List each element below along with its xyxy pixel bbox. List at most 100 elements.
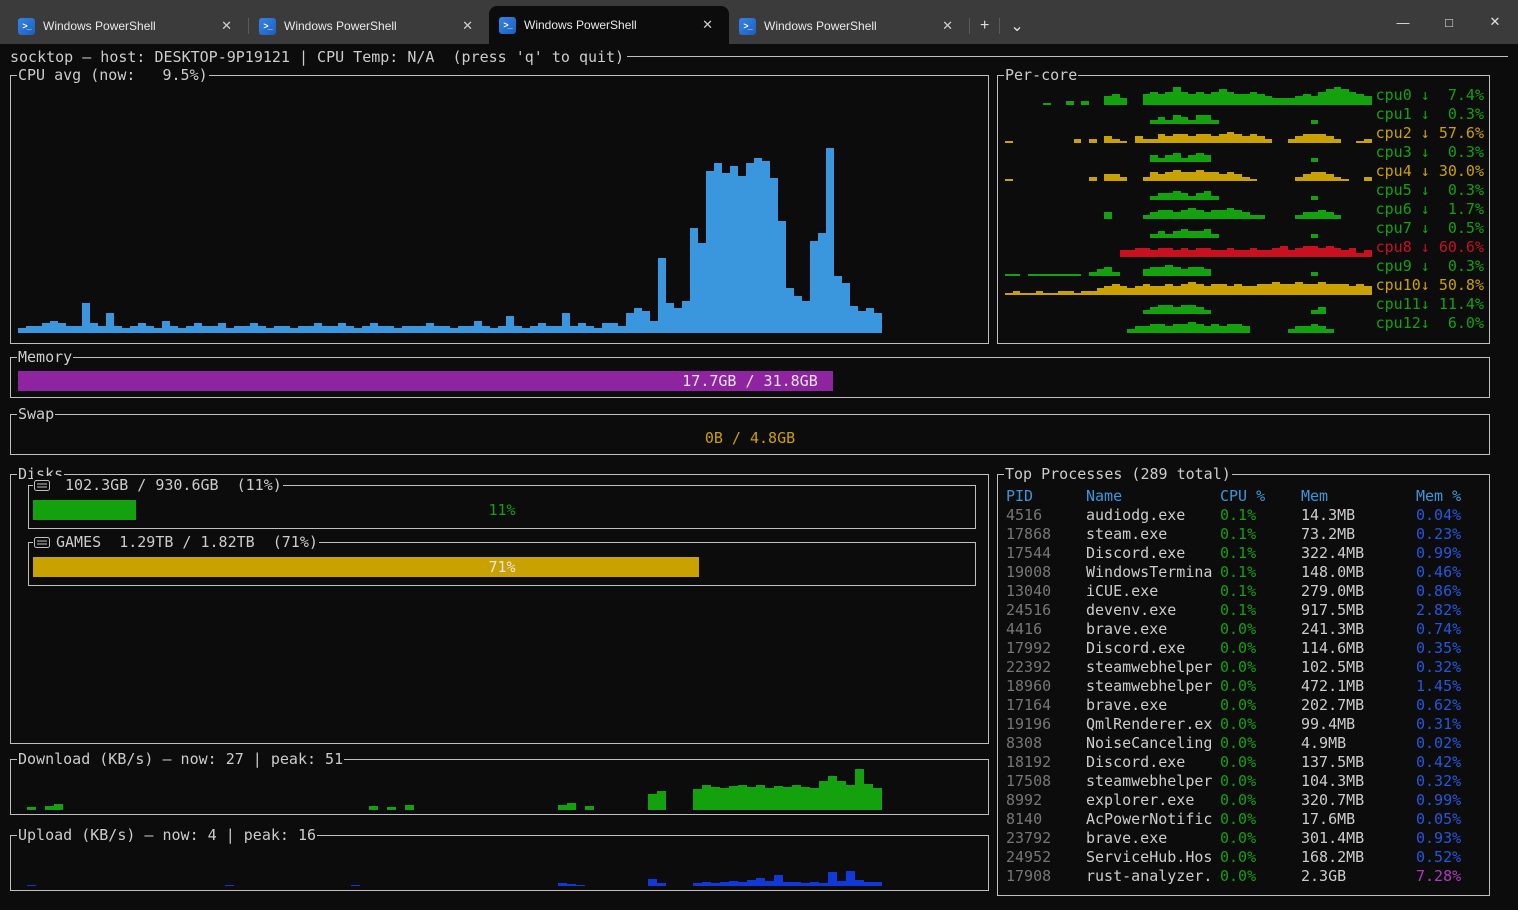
bar: [774, 875, 783, 886]
core-row-cpu8: cpu8 ↓ 60.6%: [1005, 238, 1484, 257]
spark-bar: [1120, 250, 1128, 257]
process-row: 17992Discord.exe0.0%114.6MB0.35%: [998, 639, 1489, 658]
process-mem-percent: 0.04%: [1416, 506, 1461, 525]
disk-gauge: 11%: [33, 500, 971, 520]
core-sparkline: [1005, 125, 1372, 143]
tab-windows-powershell[interactable]: >_Windows PowerShell✕: [249, 8, 489, 44]
bar: [226, 328, 234, 333]
spark-bar: [1143, 269, 1151, 276]
spark-bar: [1257, 250, 1265, 257]
spark-bar: [1089, 177, 1097, 182]
spark-bar: [1341, 284, 1349, 295]
spark-bar: [1112, 94, 1120, 105]
spark-bar: [1150, 120, 1158, 125]
bar: [82, 303, 90, 333]
spark-bar: [1288, 250, 1296, 257]
spark-bar: [1165, 120, 1173, 125]
bar: [810, 882, 819, 886]
maximize-button[interactable]: □: [1426, 0, 1472, 44]
process-mem-percent: 0.32%: [1416, 658, 1461, 677]
spark-bar: [1165, 92, 1173, 106]
spark-bar: [1303, 284, 1311, 295]
spark-bar: [1127, 329, 1135, 334]
process-pid: 18192: [1006, 753, 1051, 772]
process-mem: 114.6MB: [1301, 639, 1364, 658]
bar: [702, 882, 711, 886]
spark-bar: [1188, 208, 1196, 219]
spark-bar: [1196, 115, 1204, 124]
spark-bar: [1188, 231, 1196, 238]
tab-dropdown-button[interactable]: ⌄: [1000, 8, 1033, 44]
spark-bar: [1318, 172, 1326, 181]
bar: [711, 787, 720, 810]
close-tab-icon[interactable]: ✕: [936, 16, 959, 36]
process-name: audiodg.exe: [1086, 506, 1216, 525]
bar: [810, 241, 818, 334]
window-titlebar[interactable]: >_Windows PowerShell✕>_Windows PowerShel…: [0, 0, 1518, 44]
bar: [154, 328, 162, 333]
disks-panel: Disks 102.3GB / 930.6GB (11%)11%GAMES 1.…: [10, 474, 989, 744]
close-tab-icon[interactable]: ✕: [456, 16, 479, 36]
spark-bar: [1364, 139, 1372, 144]
close-button[interactable]: ✕: [1472, 0, 1518, 44]
process-mem: 14.3MB: [1301, 506, 1355, 525]
minimize-button[interactable]: —: [1380, 0, 1426, 44]
process-mem-percent: 7.28%: [1416, 867, 1461, 886]
process-mem-percent: 0.62%: [1416, 696, 1461, 715]
spark-bar: [1364, 177, 1372, 182]
spark-bar: [1135, 136, 1143, 143]
core-sparkline: [1005, 144, 1372, 162]
tab-windows-powershell[interactable]: >_Windows PowerShell✕: [489, 6, 729, 44]
bar: [34, 326, 42, 334]
tab-windows-powershell[interactable]: >_Windows PowerShell✕: [8, 8, 248, 44]
bar: [186, 326, 194, 334]
terminal-screen[interactable]: socktop — host: DESKTOP-9P19121 | CPU Te…: [0, 44, 1518, 910]
bar: [26, 326, 34, 334]
download-panel: Download (KB/s) — now: 27 | peak: 51: [10, 759, 989, 815]
bar: [842, 283, 850, 333]
process-cpu: 0.0%: [1220, 810, 1256, 829]
spark-bar: [1295, 177, 1303, 182]
process-name: steamwebhelper: [1086, 772, 1216, 791]
bar: [567, 803, 576, 810]
process-table-header: PID Name CPU % Mem Mem %: [998, 487, 1489, 506]
core-label: cpu5 ↓ 0.3%: [1372, 181, 1484, 200]
bar: [514, 326, 522, 334]
spark-bar: [1242, 286, 1250, 295]
spark-bar: [1173, 286, 1181, 295]
bar: [330, 326, 338, 334]
bar: [762, 161, 770, 334]
bar: [702, 785, 711, 810]
new-tab-button[interactable]: +: [970, 8, 999, 44]
spark-bar: [1303, 246, 1311, 257]
bar: [648, 879, 657, 886]
spark-bar: [1150, 139, 1158, 144]
bar: [826, 148, 834, 333]
spark-bar: [1288, 329, 1296, 334]
spark-bar: [1326, 136, 1334, 143]
bar: [202, 326, 210, 334]
close-tab-icon[interactable]: ✕: [696, 15, 719, 35]
close-tab-icon[interactable]: ✕: [215, 16, 238, 36]
bar: [354, 328, 362, 333]
bar: [864, 784, 873, 810]
bar: [290, 328, 298, 333]
spark-bar: [1326, 89, 1334, 105]
bar: [482, 326, 490, 334]
spark-bar: [1311, 234, 1319, 239]
core-sparkline: [1005, 277, 1372, 295]
spark-bar: [1280, 246, 1288, 257]
spark-bar: [1219, 284, 1227, 295]
spark-bar: [1005, 274, 1013, 276]
process-pid: 17508: [1006, 772, 1051, 791]
bar: [783, 882, 792, 886]
spark-bar: [1341, 89, 1349, 105]
process-row: 17908rust-analyzer.0.0%2.3GB7.28%: [998, 867, 1489, 886]
spark-bar: [1181, 229, 1189, 238]
spark-bar: [1173, 87, 1181, 105]
tab-windows-powershell[interactable]: >_Windows PowerShell✕: [729, 8, 969, 44]
spark-bar: [1272, 282, 1280, 296]
process-mem: 279.0MB: [1301, 582, 1364, 601]
process-mem: 73.2MB: [1301, 525, 1355, 544]
spark-bar: [1234, 324, 1242, 333]
